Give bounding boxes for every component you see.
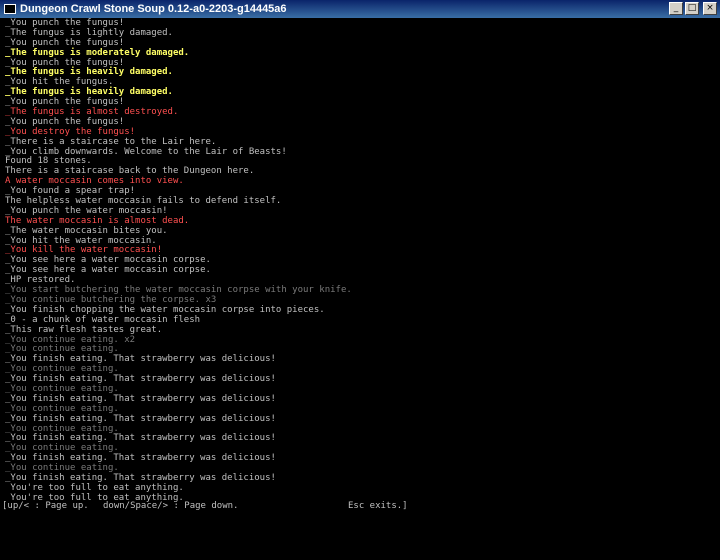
message-line: _You punch the fungus! xyxy=(5,97,125,108)
message-line: _You see here a water moccasin corpse. xyxy=(5,255,211,266)
message-line: _You continue eating. xyxy=(5,463,119,474)
console-app-icon xyxy=(4,4,16,14)
message-line: _The water moccasin bites you. xyxy=(5,225,168,236)
message-line: _You kill the water moccasin! xyxy=(5,245,163,256)
message-line: _HP restored. xyxy=(5,275,76,286)
message-line: _You punch the fungus! xyxy=(5,37,125,48)
message-line: _The fungus is moderately damaged. xyxy=(5,47,190,58)
message-line: _You hit the fungus. xyxy=(5,77,114,88)
message-line: _You continue eating. xyxy=(5,423,119,434)
message-line: _You finish eating. That strawberry was … xyxy=(5,374,276,385)
message-line: _You finish chopping the water moccasin … xyxy=(5,304,325,315)
message-line: _You found a spear trap! xyxy=(5,186,136,197)
window-controls: _ □ × xyxy=(669,2,717,15)
message-line: _You climb downwards. Welcome to the Lai… xyxy=(5,146,287,157)
message-line: _You start butchering the water moccasin… xyxy=(5,285,352,296)
message-line: _You punch the fungus! xyxy=(5,57,125,68)
message-line: _You finish eating. That strawberry was … xyxy=(5,433,276,444)
message-line: _The fungus is almost destroyed. xyxy=(5,107,179,118)
message-line: _You finish eating. That strawberry was … xyxy=(5,393,276,404)
message-line: A water moccasin comes into view. xyxy=(5,176,184,187)
message-line: _The fungus is heavily damaged. xyxy=(5,87,173,98)
message-line: _You continue eating. xyxy=(5,403,119,414)
message-line: _This raw flesh tastes great. xyxy=(5,324,163,335)
page-down-hint: down/Space/> : Page down. xyxy=(103,501,239,511)
message-line: _You hit the water moccasin. xyxy=(5,235,157,246)
maximize-button[interactable]: □ xyxy=(685,2,699,15)
message-line: The helpless water moccasin fails to def… xyxy=(5,196,282,207)
message-line: There is a staircase back to the Dungeon… xyxy=(5,166,255,177)
message-line: _You continue eating. xyxy=(5,344,119,355)
message-line: The water moccasin is almost dead. xyxy=(5,215,190,226)
close-button[interactable]: × xyxy=(703,2,717,15)
message-line: _The fungus is lightly damaged. xyxy=(5,27,173,38)
message-log: _You punch the fungus! _The fungus is lig… xyxy=(0,18,720,503)
pager-footer: [up/< : Page up. down/Space/> : Page dow… xyxy=(0,500,720,512)
message-line: _You see here a water moccasin corpse. xyxy=(5,265,211,276)
game-window: Dungeon Crawl Stone Soup 0.12-a0-2203-g1… xyxy=(0,0,720,513)
page-up-hint: [up/< : Page up. xyxy=(2,501,89,511)
message-line: _You continue eating. xyxy=(5,364,119,375)
message-line: _You finish eating. That strawberry was … xyxy=(5,354,276,365)
window-title: Dungeon Crawl Stone Soup 0.12-a0-2203-g1… xyxy=(20,3,287,15)
message-line: _You destroy the fungus! xyxy=(5,126,136,137)
message-line: _You continue eating. xyxy=(5,443,119,454)
message-line: _You punch the water moccasin! xyxy=(5,205,168,216)
minimize-button[interactable]: _ xyxy=(669,2,683,15)
message-line: _You continue butchering the corpse. x3 xyxy=(5,294,217,305)
message-line: _You punch the fungus! xyxy=(5,18,125,28)
message-line: Found 18 stones. xyxy=(5,156,92,167)
message-line: _You finish eating. That strawberry was … xyxy=(5,413,276,424)
message-line: _You continue eating. x2 xyxy=(5,334,136,345)
message-line: _You punch the fungus! xyxy=(5,116,125,127)
message-line: You're too full to eat anything. xyxy=(5,482,184,493)
message-line: _You finish eating. That strawberry was … xyxy=(5,472,276,483)
message-line: _0 - a chunk of water moccasin flesh xyxy=(5,314,201,325)
message-line: _You continue eating. xyxy=(5,383,119,394)
message-line: _You finish eating. That strawberry was … xyxy=(5,453,276,464)
message-line: _The fungus is heavily damaged. xyxy=(5,67,173,78)
title-bar[interactable]: Dungeon Crawl Stone Soup 0.12-a0-2203-g1… xyxy=(0,0,720,18)
message-line: _There is a staircase to the Lair here. xyxy=(5,136,217,147)
esc-hint: Esc exits.] xyxy=(348,501,408,511)
